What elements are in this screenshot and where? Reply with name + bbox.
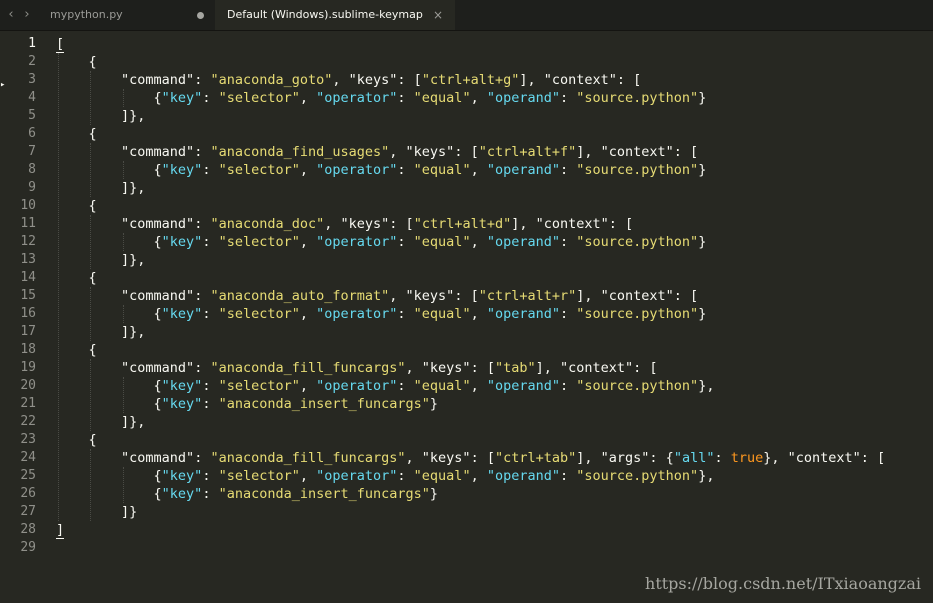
code-line[interactable]: ]}, — [56, 413, 145, 431]
line-number: 2 — [28, 54, 36, 69]
code-line[interactable]: {"key": "selector", "operator": "equal",… — [56, 305, 707, 323]
line-number: 17 — [20, 324, 36, 339]
code-line[interactable]: "command": "anaconda_fill_funcargs", "ke… — [56, 359, 658, 377]
tab-bar: ‹ › mypython.py Default (Windows).sublim… — [0, 0, 933, 31]
code-line[interactable]: {"key": "selector", "operator": "equal",… — [56, 233, 707, 251]
code-line[interactable]: ]}, — [56, 251, 145, 269]
code-line[interactable]: [ — [56, 35, 65, 53]
back-arrow-icon[interactable]: ‹ — [6, 8, 16, 22]
tab-sublime-keymap[interactable]: Default (Windows).sublime-keymap × — [215, 0, 455, 30]
code-line[interactable]: "command": "anaconda_find_usages", "keys… — [56, 143, 698, 161]
code-line[interactable]: {"key": "selector", "operator": "equal",… — [56, 161, 707, 179]
code-line[interactable]: { — [56, 341, 97, 359]
line-number: 5 — [28, 108, 36, 123]
indent-guide — [90, 71, 92, 125]
tab-label: mypython.py — [50, 8, 123, 21]
line-number: 24 — [20, 450, 36, 465]
code-line[interactable]: "command": "anaconda_goto", "keys": ["ct… — [56, 71, 641, 89]
code-line[interactable]: {"key": "anaconda_insert_funcargs"} — [56, 395, 439, 413]
code-editor[interactable]: [ { "command": "anaconda_goto", "keys": … — [56, 31, 926, 571]
indent-guide — [90, 449, 92, 521]
code-line[interactable]: ]}, — [56, 107, 145, 125]
line-number: 26 — [20, 486, 36, 501]
unsaved-dot-icon[interactable] — [197, 12, 204, 19]
code-line[interactable]: { — [56, 125, 97, 143]
code-line[interactable]: {"key": "selector", "operator": "equal",… — [56, 467, 715, 485]
line-number: 6 — [28, 126, 36, 141]
indent-guide — [90, 143, 92, 197]
forward-arrow-icon[interactable]: › — [22, 8, 32, 22]
code-line[interactable]: ]} — [56, 503, 137, 521]
line-number: 18 — [20, 342, 36, 357]
indent-guide — [122, 305, 124, 323]
line-number: 12 — [20, 234, 36, 249]
close-icon[interactable]: × — [433, 0, 443, 30]
indent-guide — [122, 233, 124, 251]
indent-guide — [122, 89, 124, 107]
line-number: 9 — [28, 180, 36, 195]
indent-guide — [90, 215, 92, 269]
tab-mypython[interactable]: mypython.py — [38, 0, 214, 30]
code-line[interactable]: "command": "anaconda_fill_funcargs", "ke… — [56, 449, 885, 467]
code-line[interactable]: { — [56, 269, 97, 287]
line-number: 11 — [20, 216, 36, 231]
code-line[interactable]: "command": "anaconda_auto_format", "keys… — [56, 287, 698, 305]
line-number: 14 — [20, 270, 36, 285]
line-number: 1 — [28, 36, 36, 51]
line-number: 28 — [20, 522, 36, 537]
line-number: 27 — [20, 504, 36, 519]
line-number: 23 — [20, 432, 36, 447]
line-number: 19 — [20, 360, 36, 375]
code-line[interactable]: {"key": "selector", "operator": "equal",… — [56, 377, 715, 395]
tab-label: Default (Windows).sublime-keymap — [227, 8, 423, 21]
code-line[interactable]: ]}, — [56, 323, 145, 341]
line-number: 4 — [28, 90, 36, 105]
line-number-gutter: ▸ 1 2 3 4 5 6 7 8 9 10 11 12 13 14 15 16 17 18 19 20 21 22 23 2… — [0, 31, 48, 603]
code-line[interactable]: { — [56, 431, 97, 449]
indent-guide — [58, 53, 59, 521]
code-line[interactable]: { — [56, 197, 97, 215]
line-number: 8 — [28, 162, 36, 177]
code-line[interactable]: ] — [56, 521, 65, 539]
line-number: 16 — [20, 306, 36, 321]
watermark: https://blog.csdn.net/ITxiaoangzai — [645, 574, 921, 593]
line-number: 10 — [20, 198, 36, 213]
line-number: 13 — [20, 252, 36, 267]
line-number: 21 — [20, 396, 36, 411]
line-number: 22 — [20, 414, 36, 429]
indent-guide — [90, 287, 92, 341]
indent-guide — [122, 467, 124, 503]
code-line[interactable]: {"key": "selector", "operator": "equal",… — [56, 89, 707, 107]
line-number: 29 — [20, 540, 36, 555]
indent-guide — [122, 161, 124, 179]
code-line[interactable]: { — [56, 53, 97, 71]
line-number: 7 — [28, 144, 36, 159]
indent-guide — [90, 359, 92, 431]
line-number: 25 — [20, 468, 36, 483]
line-number: 15 — [20, 288, 36, 303]
line-number: 3 — [28, 72, 36, 87]
code-line[interactable]: {"key": "anaconda_insert_funcargs"} — [56, 485, 439, 503]
code-line[interactable]: "command": "anaconda_doc", "keys": ["ctr… — [56, 215, 633, 233]
indent-guide — [122, 377, 124, 413]
line-number: 20 — [20, 378, 36, 393]
code-line[interactable]: ]}, — [56, 179, 145, 197]
